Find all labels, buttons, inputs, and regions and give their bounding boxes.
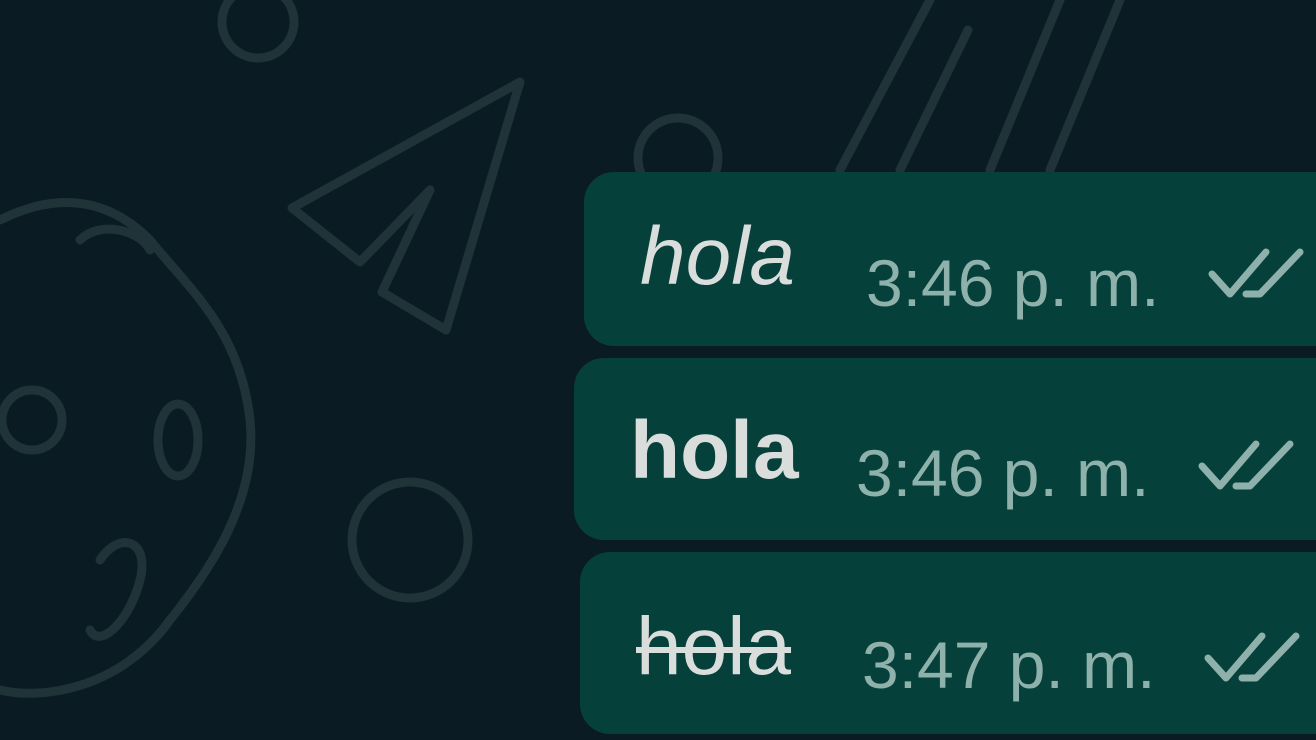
double-check-icon [1198, 440, 1294, 490]
message-text-bold: hola [630, 405, 799, 496]
message-bubble[interactable]: hola 3:46 p. m. [574, 358, 1316, 540]
cookie-chip-doodle [0, 385, 67, 455]
message-text-strikethrough: hola [636, 601, 792, 692]
cookie-chip-doodle [85, 538, 147, 641]
double-check-icon [1204, 632, 1300, 682]
cookie-chip-doodle [153, 399, 203, 481]
message-bubble[interactable]: hola 3:46 p. m. [584, 172, 1316, 346]
wallpaper-line-doodle [985, 0, 1065, 175]
wallpaper-circle-doodle [347, 477, 473, 603]
paper-plane-doodle [287, 77, 525, 335]
wallpaper-circle-doodle [217, 0, 299, 63]
message-bubble[interactable]: hola 3:47 p. m. [580, 552, 1316, 734]
double-check-icon [1208, 248, 1304, 298]
wallpaper-line-doodle [1045, 0, 1125, 175]
wallpaper-line-doodle [895, 25, 973, 175]
message-timestamp: 3:46 p. m. [856, 436, 1150, 510]
message-text-italic: hola [640, 211, 796, 302]
message-timestamp: 3:47 p. m. [862, 628, 1156, 702]
message-timestamp: 3:46 p. m. [866, 246, 1160, 320]
